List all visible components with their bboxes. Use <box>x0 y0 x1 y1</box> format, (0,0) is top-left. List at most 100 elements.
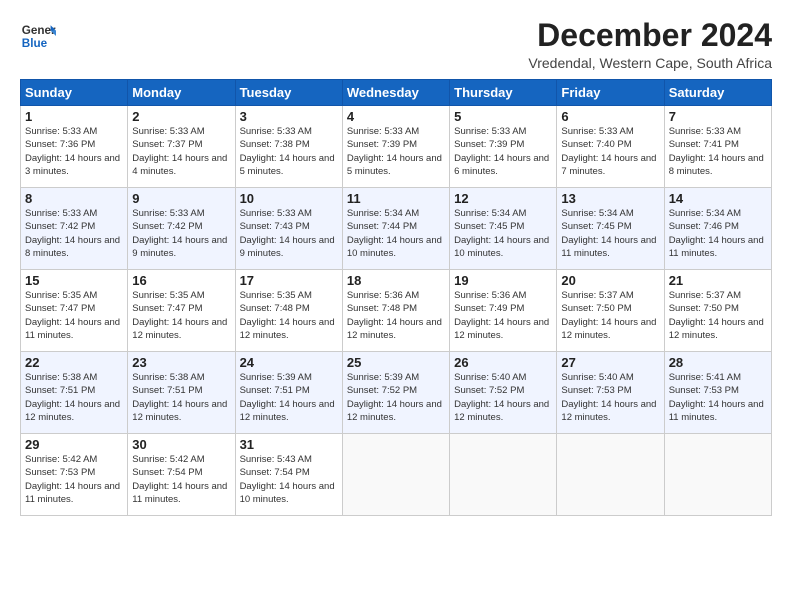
calendar-cell: 10Sunrise: 5:33 AMSunset: 7:43 PMDayligh… <box>235 188 342 270</box>
day-info: Sunrise: 5:41 AMSunset: 7:53 PMDaylight:… <box>669 371 767 424</box>
day-number: 29 <box>25 437 123 452</box>
day-number: 28 <box>669 355 767 370</box>
day-number: 27 <box>561 355 659 370</box>
calendar-cell: 19Sunrise: 5:36 AMSunset: 7:49 PMDayligh… <box>450 270 557 352</box>
calendar-cell: 1Sunrise: 5:33 AMSunset: 7:36 PMDaylight… <box>21 106 128 188</box>
logo-icon: General Blue <box>20 18 56 54</box>
calendar-week-row: 8Sunrise: 5:33 AMSunset: 7:42 PMDaylight… <box>21 188 772 270</box>
day-info: Sunrise: 5:38 AMSunset: 7:51 PMDaylight:… <box>25 371 123 424</box>
day-info: Sunrise: 5:33 AMSunset: 7:42 PMDaylight:… <box>25 207 123 260</box>
day-info: Sunrise: 5:33 AMSunset: 7:39 PMDaylight:… <box>347 125 445 178</box>
day-number: 26 <box>454 355 552 370</box>
day-info: Sunrise: 5:37 AMSunset: 7:50 PMDaylight:… <box>561 289 659 342</box>
svg-text:Blue: Blue <box>22 37 48 50</box>
day-number: 24 <box>240 355 338 370</box>
day-number: 19 <box>454 273 552 288</box>
day-number: 13 <box>561 191 659 206</box>
calendar-day-header: Friday <box>557 80 664 106</box>
calendar-week-row: 22Sunrise: 5:38 AMSunset: 7:51 PMDayligh… <box>21 352 772 434</box>
calendar-header-row: SundayMondayTuesdayWednesdayThursdayFrid… <box>21 80 772 106</box>
day-number: 10 <box>240 191 338 206</box>
day-info: Sunrise: 5:35 AMSunset: 7:47 PMDaylight:… <box>25 289 123 342</box>
calendar-cell: 12Sunrise: 5:34 AMSunset: 7:45 PMDayligh… <box>450 188 557 270</box>
calendar-cell: 22Sunrise: 5:38 AMSunset: 7:51 PMDayligh… <box>21 352 128 434</box>
day-number: 5 <box>454 109 552 124</box>
day-number: 14 <box>669 191 767 206</box>
calendar-cell: 25Sunrise: 5:39 AMSunset: 7:52 PMDayligh… <box>342 352 449 434</box>
calendar-cell: 15Sunrise: 5:35 AMSunset: 7:47 PMDayligh… <box>21 270 128 352</box>
day-info: Sunrise: 5:40 AMSunset: 7:53 PMDaylight:… <box>561 371 659 424</box>
day-info: Sunrise: 5:33 AMSunset: 7:37 PMDaylight:… <box>132 125 230 178</box>
calendar-week-row: 1Sunrise: 5:33 AMSunset: 7:36 PMDaylight… <box>21 106 772 188</box>
calendar-day-header: Saturday <box>664 80 771 106</box>
page: General Blue December 2024 Vredendal, We… <box>0 0 792 526</box>
day-info: Sunrise: 5:42 AMSunset: 7:54 PMDaylight:… <box>132 453 230 506</box>
calendar-week-row: 15Sunrise: 5:35 AMSunset: 7:47 PMDayligh… <box>21 270 772 352</box>
calendar-day-header: Thursday <box>450 80 557 106</box>
day-info: Sunrise: 5:40 AMSunset: 7:52 PMDaylight:… <box>454 371 552 424</box>
day-info: Sunrise: 5:33 AMSunset: 7:41 PMDaylight:… <box>669 125 767 178</box>
calendar-cell: 13Sunrise: 5:34 AMSunset: 7:45 PMDayligh… <box>557 188 664 270</box>
day-number: 17 <box>240 273 338 288</box>
calendar-cell: 21Sunrise: 5:37 AMSunset: 7:50 PMDayligh… <box>664 270 771 352</box>
day-info: Sunrise: 5:33 AMSunset: 7:40 PMDaylight:… <box>561 125 659 178</box>
calendar-cell: 7Sunrise: 5:33 AMSunset: 7:41 PMDaylight… <box>664 106 771 188</box>
day-info: Sunrise: 5:34 AMSunset: 7:46 PMDaylight:… <box>669 207 767 260</box>
calendar-cell: 5Sunrise: 5:33 AMSunset: 7:39 PMDaylight… <box>450 106 557 188</box>
day-info: Sunrise: 5:42 AMSunset: 7:53 PMDaylight:… <box>25 453 123 506</box>
day-info: Sunrise: 5:37 AMSunset: 7:50 PMDaylight:… <box>669 289 767 342</box>
day-number: 8 <box>25 191 123 206</box>
calendar-cell: 20Sunrise: 5:37 AMSunset: 7:50 PMDayligh… <box>557 270 664 352</box>
day-number: 30 <box>132 437 230 452</box>
location: Vredendal, Western Cape, South Africa <box>528 55 772 71</box>
day-info: Sunrise: 5:36 AMSunset: 7:48 PMDaylight:… <box>347 289 445 342</box>
day-info: Sunrise: 5:33 AMSunset: 7:38 PMDaylight:… <box>240 125 338 178</box>
calendar-cell: 16Sunrise: 5:35 AMSunset: 7:47 PMDayligh… <box>128 270 235 352</box>
day-number: 21 <box>669 273 767 288</box>
day-number: 16 <box>132 273 230 288</box>
calendar-day-header: Monday <box>128 80 235 106</box>
calendar-cell: 26Sunrise: 5:40 AMSunset: 7:52 PMDayligh… <box>450 352 557 434</box>
day-number: 18 <box>347 273 445 288</box>
logo: General Blue <box>20 18 56 54</box>
day-number: 9 <box>132 191 230 206</box>
day-number: 6 <box>561 109 659 124</box>
calendar-cell: 27Sunrise: 5:40 AMSunset: 7:53 PMDayligh… <box>557 352 664 434</box>
calendar: SundayMondayTuesdayWednesdayThursdayFrid… <box>20 79 772 516</box>
calendar-day-header: Wednesday <box>342 80 449 106</box>
calendar-cell: 3Sunrise: 5:33 AMSunset: 7:38 PMDaylight… <box>235 106 342 188</box>
title-section: December 2024 Vredendal, Western Cape, S… <box>528 18 772 71</box>
calendar-cell <box>342 434 449 516</box>
calendar-week-row: 29Sunrise: 5:42 AMSunset: 7:53 PMDayligh… <box>21 434 772 516</box>
day-info: Sunrise: 5:38 AMSunset: 7:51 PMDaylight:… <box>132 371 230 424</box>
calendar-cell: 23Sunrise: 5:38 AMSunset: 7:51 PMDayligh… <box>128 352 235 434</box>
day-number: 7 <box>669 109 767 124</box>
calendar-cell: 18Sunrise: 5:36 AMSunset: 7:48 PMDayligh… <box>342 270 449 352</box>
calendar-cell: 6Sunrise: 5:33 AMSunset: 7:40 PMDaylight… <box>557 106 664 188</box>
day-number: 25 <box>347 355 445 370</box>
calendar-cell: 29Sunrise: 5:42 AMSunset: 7:53 PMDayligh… <box>21 434 128 516</box>
calendar-cell: 28Sunrise: 5:41 AMSunset: 7:53 PMDayligh… <box>664 352 771 434</box>
calendar-cell: 30Sunrise: 5:42 AMSunset: 7:54 PMDayligh… <box>128 434 235 516</box>
day-info: Sunrise: 5:36 AMSunset: 7:49 PMDaylight:… <box>454 289 552 342</box>
day-number: 22 <box>25 355 123 370</box>
calendar-cell: 8Sunrise: 5:33 AMSunset: 7:42 PMDaylight… <box>21 188 128 270</box>
day-info: Sunrise: 5:35 AMSunset: 7:48 PMDaylight:… <box>240 289 338 342</box>
day-info: Sunrise: 5:33 AMSunset: 7:42 PMDaylight:… <box>132 207 230 260</box>
calendar-cell <box>664 434 771 516</box>
calendar-cell: 14Sunrise: 5:34 AMSunset: 7:46 PMDayligh… <box>664 188 771 270</box>
calendar-cell: 4Sunrise: 5:33 AMSunset: 7:39 PMDaylight… <box>342 106 449 188</box>
day-info: Sunrise: 5:33 AMSunset: 7:36 PMDaylight:… <box>25 125 123 178</box>
day-info: Sunrise: 5:35 AMSunset: 7:47 PMDaylight:… <box>132 289 230 342</box>
day-number: 4 <box>347 109 445 124</box>
calendar-day-header: Sunday <box>21 80 128 106</box>
calendar-cell <box>450 434 557 516</box>
day-number: 11 <box>347 191 445 206</box>
calendar-cell: 2Sunrise: 5:33 AMSunset: 7:37 PMDaylight… <box>128 106 235 188</box>
day-info: Sunrise: 5:33 AMSunset: 7:39 PMDaylight:… <box>454 125 552 178</box>
day-info: Sunrise: 5:39 AMSunset: 7:51 PMDaylight:… <box>240 371 338 424</box>
day-info: Sunrise: 5:43 AMSunset: 7:54 PMDaylight:… <box>240 453 338 506</box>
day-number: 3 <box>240 109 338 124</box>
day-number: 23 <box>132 355 230 370</box>
day-info: Sunrise: 5:39 AMSunset: 7:52 PMDaylight:… <box>347 371 445 424</box>
